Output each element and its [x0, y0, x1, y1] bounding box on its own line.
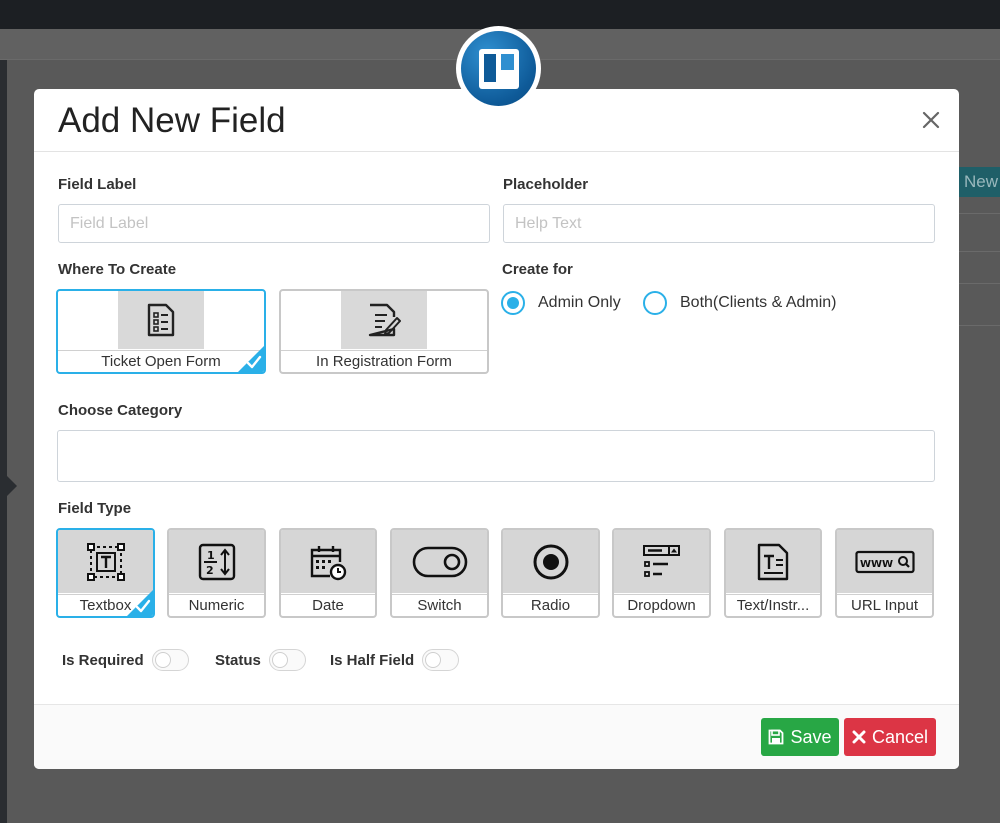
- field-type-heading: Field Type: [58, 500, 132, 517]
- toggle-knob: [271, 652, 288, 668]
- field-type-thumb: [58, 530, 153, 593]
- toggle-knob: [154, 652, 171, 668]
- cancel-button[interactable]: Cancel: [844, 718, 936, 756]
- app-logo: [456, 26, 541, 111]
- save-button[interactable]: Save: [761, 718, 839, 756]
- background-divider: [959, 251, 1000, 252]
- url-input-icon: WWW: [854, 550, 915, 573]
- radio-admin-only[interactable]: Admin Only: [501, 291, 621, 315]
- save-label: Save: [790, 726, 832, 747]
- field-type-label: Switch: [392, 594, 487, 616]
- where-to-create-heading: Where To Create: [58, 261, 177, 278]
- text-instruction-icon: [757, 543, 789, 580]
- field-type-switch[interactable]: Switch: [390, 528, 489, 618]
- where-option-ticket-open-form[interactable]: Ticket Open Form: [56, 289, 266, 374]
- switch-icon: [412, 546, 467, 577]
- svg-text:1: 1: [207, 549, 215, 562]
- dropdown-icon: [642, 544, 680, 577]
- form-document-icon: [147, 303, 175, 337]
- checkmark-icon: [246, 355, 262, 369]
- toggle-status-group: Status: [215, 649, 306, 671]
- where-option-registration-form[interactable]: In Registration Form: [279, 289, 489, 374]
- calendar-icon: [310, 545, 347, 580]
- background-divider: [959, 325, 1000, 326]
- field-type-thumb: [503, 530, 598, 593]
- field-type-textbox[interactable]: Textbox: [56, 528, 155, 618]
- radio-selected-dot: [507, 297, 519, 309]
- radio-button[interactable]: [501, 291, 525, 315]
- choose-category-heading: Choose Category: [58, 402, 183, 419]
- field-type-thumb: [281, 530, 375, 593]
- modal-footer: Save Cancel: [34, 704, 959, 769]
- radio-label: Both(Clients & Admin): [680, 294, 837, 311]
- field-type-label: Dropdown: [614, 594, 709, 616]
- status-toggle[interactable]: [268, 649, 306, 671]
- cancel-label: Cancel: [871, 726, 929, 747]
- toggle-label: Is Half Field: [330, 651, 415, 669]
- where-option-label: Ticket Open Form: [58, 350, 264, 372]
- svg-text:2: 2: [206, 564, 214, 577]
- toggle-is-half-field-group: Is Half Field: [330, 649, 460, 671]
- radio-button[interactable]: [643, 291, 667, 315]
- save-icon: [769, 729, 784, 745]
- field-type-thumb: [726, 530, 820, 593]
- field-type-label: URL Input: [837, 594, 932, 616]
- field-type-radio[interactable]: Radio: [501, 528, 600, 618]
- form-edit-icon: [368, 303, 401, 337]
- sidebar-collapse-arrow-icon: [7, 476, 17, 496]
- close-icon: [922, 111, 940, 129]
- field-type-url-input[interactable]: WWW URL Input: [835, 528, 934, 618]
- top-bar: [0, 0, 1000, 29]
- field-type-text-instruction[interactable]: Text/Instr...: [724, 528, 822, 618]
- field-type-label: Date: [281, 594, 375, 616]
- field-type-numeric[interactable]: 1 2 Numeric: [167, 528, 266, 618]
- field-type-date[interactable]: Date: [279, 528, 377, 618]
- field-type-thumb: WWW: [837, 530, 932, 593]
- modal-title: Add New Field: [58, 101, 286, 140]
- field-label-heading: Field Label: [58, 176, 137, 193]
- where-option-thumb: [341, 291, 427, 349]
- create-for-heading: Create for: [502, 261, 573, 278]
- checkmark-icon: [135, 599, 151, 613]
- field-label-input[interactable]: [58, 204, 490, 243]
- field-type-label: Radio: [503, 594, 598, 616]
- svg-text:WWW: WWW: [860, 559, 893, 570]
- numeric-icon: 1 2: [198, 543, 235, 580]
- is-half-field-toggle[interactable]: [422, 649, 460, 671]
- is-required-toggle[interactable]: [151, 649, 189, 671]
- where-option-label: In Registration Form: [281, 350, 487, 372]
- background-new-button: New: [959, 167, 1000, 197]
- add-field-modal: Add New Field Field Label Placeholder Wh…: [34, 89, 959, 769]
- placeholder-heading: Placeholder: [503, 176, 589, 193]
- radio-label: Admin Only: [538, 294, 621, 311]
- background-sidebar: [0, 60, 7, 823]
- field-type-thumb: [614, 530, 709, 593]
- board-logo-icon: [478, 48, 519, 89]
- toggle-label: Status: [215, 651, 261, 669]
- field-type-thumb: 1 2: [169, 530, 264, 593]
- toggle-knob: [425, 652, 442, 668]
- category-select[interactable]: [57, 430, 935, 482]
- close-icon: [852, 730, 866, 744]
- field-type-label: Text/Instr...: [726, 594, 820, 616]
- field-type-label: Numeric: [169, 594, 264, 616]
- where-option-thumb: [118, 291, 204, 349]
- radio-both-clients-admin[interactable]: Both(Clients & Admin): [643, 291, 837, 315]
- radio-icon: [533, 544, 568, 579]
- field-type-dropdown[interactable]: Dropdown: [612, 528, 711, 618]
- textbox-icon: [86, 542, 125, 581]
- toggle-is-required-group: Is Required: [62, 649, 189, 671]
- background-divider: [959, 283, 1000, 284]
- field-type-thumb: [392, 530, 487, 593]
- placeholder-input[interactable]: [503, 204, 935, 243]
- background-divider: [959, 213, 1000, 214]
- close-button[interactable]: [918, 107, 944, 133]
- toggle-label: Is Required: [62, 651, 144, 669]
